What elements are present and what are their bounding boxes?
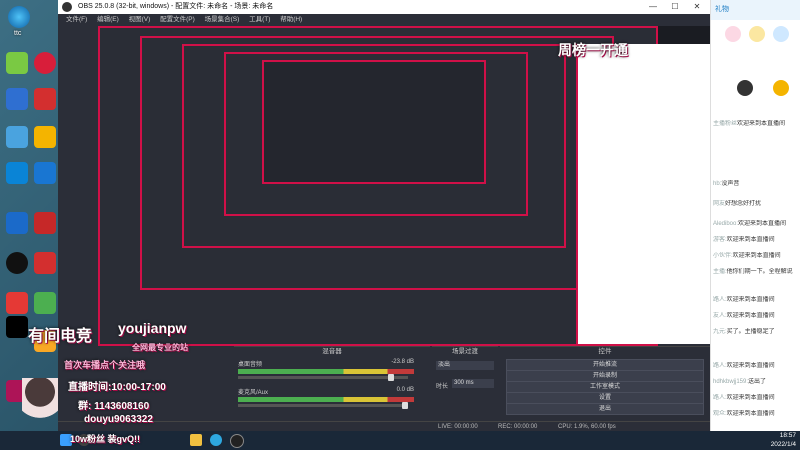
overlay-account: youjianpw bbox=[118, 320, 187, 336]
app-icon[interactable] bbox=[6, 126, 28, 148]
app-icon[interactable] bbox=[6, 88, 28, 110]
gift-icon[interactable] bbox=[725, 26, 741, 42]
app-icon[interactable] bbox=[34, 212, 56, 234]
controls-title: 控件 bbox=[598, 348, 612, 355]
chat-message: 九元:买了。主播稳定了 bbox=[713, 329, 775, 335]
edge-icon[interactable] bbox=[8, 6, 30, 28]
menu-bar: 文件(F) 编辑(E) 视图(V) 配置文件(P) 场景集合(S) 工具(T) … bbox=[58, 14, 710, 25]
window-title: OBS 25.0.8 (32-bit, windows) - 配置文件: 未命名… bbox=[78, 3, 274, 10]
chat-message: hb:没声音 bbox=[713, 181, 740, 187]
chat-panel: 礼物 主播粉丝欢迎来到本直播间 hb:没声音 网友好想念好打扰 Alediboo… bbox=[710, 0, 800, 431]
app-icon[interactable] bbox=[34, 88, 56, 110]
close-button[interactable]: ✕ bbox=[686, 0, 708, 14]
menu-help[interactable]: 帮助(H) bbox=[280, 16, 302, 23]
mixer-panel: 混音器 桌面音频 -23.8 dB 麦克风/Aux 0.0 dB bbox=[234, 346, 430, 421]
menu-scene-collection[interactable]: 场景集合(S) bbox=[205, 16, 240, 23]
chat-message: Alediboo:欢迎来到本直播间 bbox=[713, 221, 787, 227]
app-icon[interactable] bbox=[6, 162, 28, 184]
duration-input[interactable]: 300 ms bbox=[452, 379, 494, 388]
chat-message: 主播粉丝欢迎来到本直播间 bbox=[713, 121, 786, 127]
menu-file[interactable]: 文件(F) bbox=[66, 16, 87, 23]
nested-preview bbox=[182, 44, 566, 248]
duration-label: 时长 bbox=[436, 384, 449, 390]
menu-profile[interactable]: 配置文件(P) bbox=[160, 16, 195, 23]
track-level: 0.0 dB bbox=[396, 387, 414, 393]
wechat-icon[interactable] bbox=[6, 52, 28, 74]
chat-message: 路人:欢迎来到本直播间 bbox=[713, 297, 775, 303]
overlay-extra: 10w粉丝 装gvQ!! bbox=[70, 434, 141, 444]
chat-message: hdhkbwjj159:送出了 bbox=[713, 379, 767, 385]
mixer-title: 混音器 bbox=[322, 348, 342, 355]
volume-slider[interactable] bbox=[238, 374, 408, 381]
app-icon[interactable] bbox=[34, 162, 56, 184]
desktop-label: ttc bbox=[14, 30, 22, 37]
slider-knob[interactable] bbox=[402, 402, 408, 409]
overlay-title: 有间电竞 bbox=[28, 328, 93, 345]
obs-icon[interactable] bbox=[230, 434, 244, 448]
app-icon[interactable] bbox=[6, 212, 28, 234]
chat-header: 礼物 bbox=[711, 0, 800, 20]
mixer-track: 麦克风/Aux 0.0 dB bbox=[238, 387, 424, 413]
app-icon[interactable] bbox=[34, 252, 56, 274]
track-level: -23.8 dB bbox=[391, 359, 414, 365]
mixer-track: 桌面音频 -23.8 dB bbox=[238, 359, 424, 385]
chat-message: 友人:欢迎来到本直播间 bbox=[713, 313, 775, 319]
gift-icon[interactable] bbox=[773, 26, 789, 42]
menu-view[interactable]: 视图(V) bbox=[129, 16, 151, 23]
chat-message: 游客:欢迎来到本直播间 bbox=[713, 237, 775, 243]
obs-titlebar: OBS 25.0.8 (32-bit, windows) - 配置文件: 未命名… bbox=[58, 0, 710, 15]
chat-message: 观众:欢迎来到本直播间 bbox=[713, 411, 775, 417]
transition-title: 场景过渡 bbox=[452, 348, 478, 355]
chat-message: 路人:欢迎来到本直播间 bbox=[713, 363, 775, 369]
volume-slider[interactable] bbox=[238, 402, 408, 409]
edge-icon[interactable] bbox=[210, 434, 222, 446]
slider-knob[interactable] bbox=[388, 374, 394, 381]
nested-preview bbox=[98, 26, 658, 346]
track-name: 麦克风/Aux bbox=[238, 390, 269, 396]
preview-canvas[interactable]: 周榜一开通 bbox=[98, 26, 712, 346]
netease-music-icon[interactable] bbox=[34, 52, 56, 74]
overlay-time: 直播时间:10:00-17:00 bbox=[68, 382, 166, 393]
overlay-douyu: douyu9063322 bbox=[84, 414, 153, 425]
menu-tools[interactable]: 工具(T) bbox=[249, 16, 270, 23]
obs-logo-icon bbox=[62, 2, 72, 12]
app-icon[interactable] bbox=[34, 126, 56, 148]
minimize-button[interactable]: — bbox=[642, 0, 664, 14]
overlay-promo: 首次车播点个关注哦 bbox=[64, 360, 146, 370]
track-name: 桌面音频 bbox=[238, 362, 263, 368]
controls-panel: 控件 开始推流 开始录制 工作室模式 设置 退出 bbox=[500, 346, 710, 421]
exit-button[interactable]: 退出 bbox=[506, 403, 704, 415]
chat-message: 主播:他你们期一下。全程解说 bbox=[713, 269, 793, 275]
gift-icon[interactable] bbox=[737, 80, 753, 96]
file-explorer-icon[interactable] bbox=[190, 434, 202, 446]
chat-message: 路人:欢迎来到本直播间 bbox=[713, 395, 775, 401]
chat-message: 网友好想念好打扰 bbox=[713, 201, 762, 207]
overlay-qq: 群: 1143608160 bbox=[78, 401, 150, 412]
nested-preview bbox=[224, 52, 528, 216]
gift-icon[interactable] bbox=[749, 26, 765, 42]
overlay-slogan: 全网最专业的站 bbox=[132, 343, 188, 352]
nested-chat-panel bbox=[576, 44, 712, 344]
qq-icon[interactable] bbox=[6, 252, 28, 274]
system-tray-clock[interactable]: 18:57 2022/1/4 bbox=[771, 431, 796, 450]
maximize-button[interactable]: ☐ bbox=[664, 0, 686, 14]
nested-preview bbox=[262, 60, 486, 184]
transition-panel: 场景过渡 淡出 时长 300 ms bbox=[432, 346, 498, 421]
tray-date: 2022/1/4 bbox=[770, 441, 796, 448]
menu-edit[interactable]: 编辑(E) bbox=[97, 16, 119, 23]
gift-icon[interactable] bbox=[773, 80, 789, 96]
banner-text: 周榜一开通 bbox=[558, 42, 628, 58]
audio-meter bbox=[238, 397, 414, 402]
anime-avatar bbox=[22, 378, 58, 424]
nested-preview bbox=[140, 36, 614, 290]
transition-select[interactable]: 淡出 bbox=[436, 361, 494, 370]
tray-time: 18:57 bbox=[779, 432, 796, 439]
chat-message: 小伙伴:欢迎来到本直播间 bbox=[713, 253, 781, 259]
